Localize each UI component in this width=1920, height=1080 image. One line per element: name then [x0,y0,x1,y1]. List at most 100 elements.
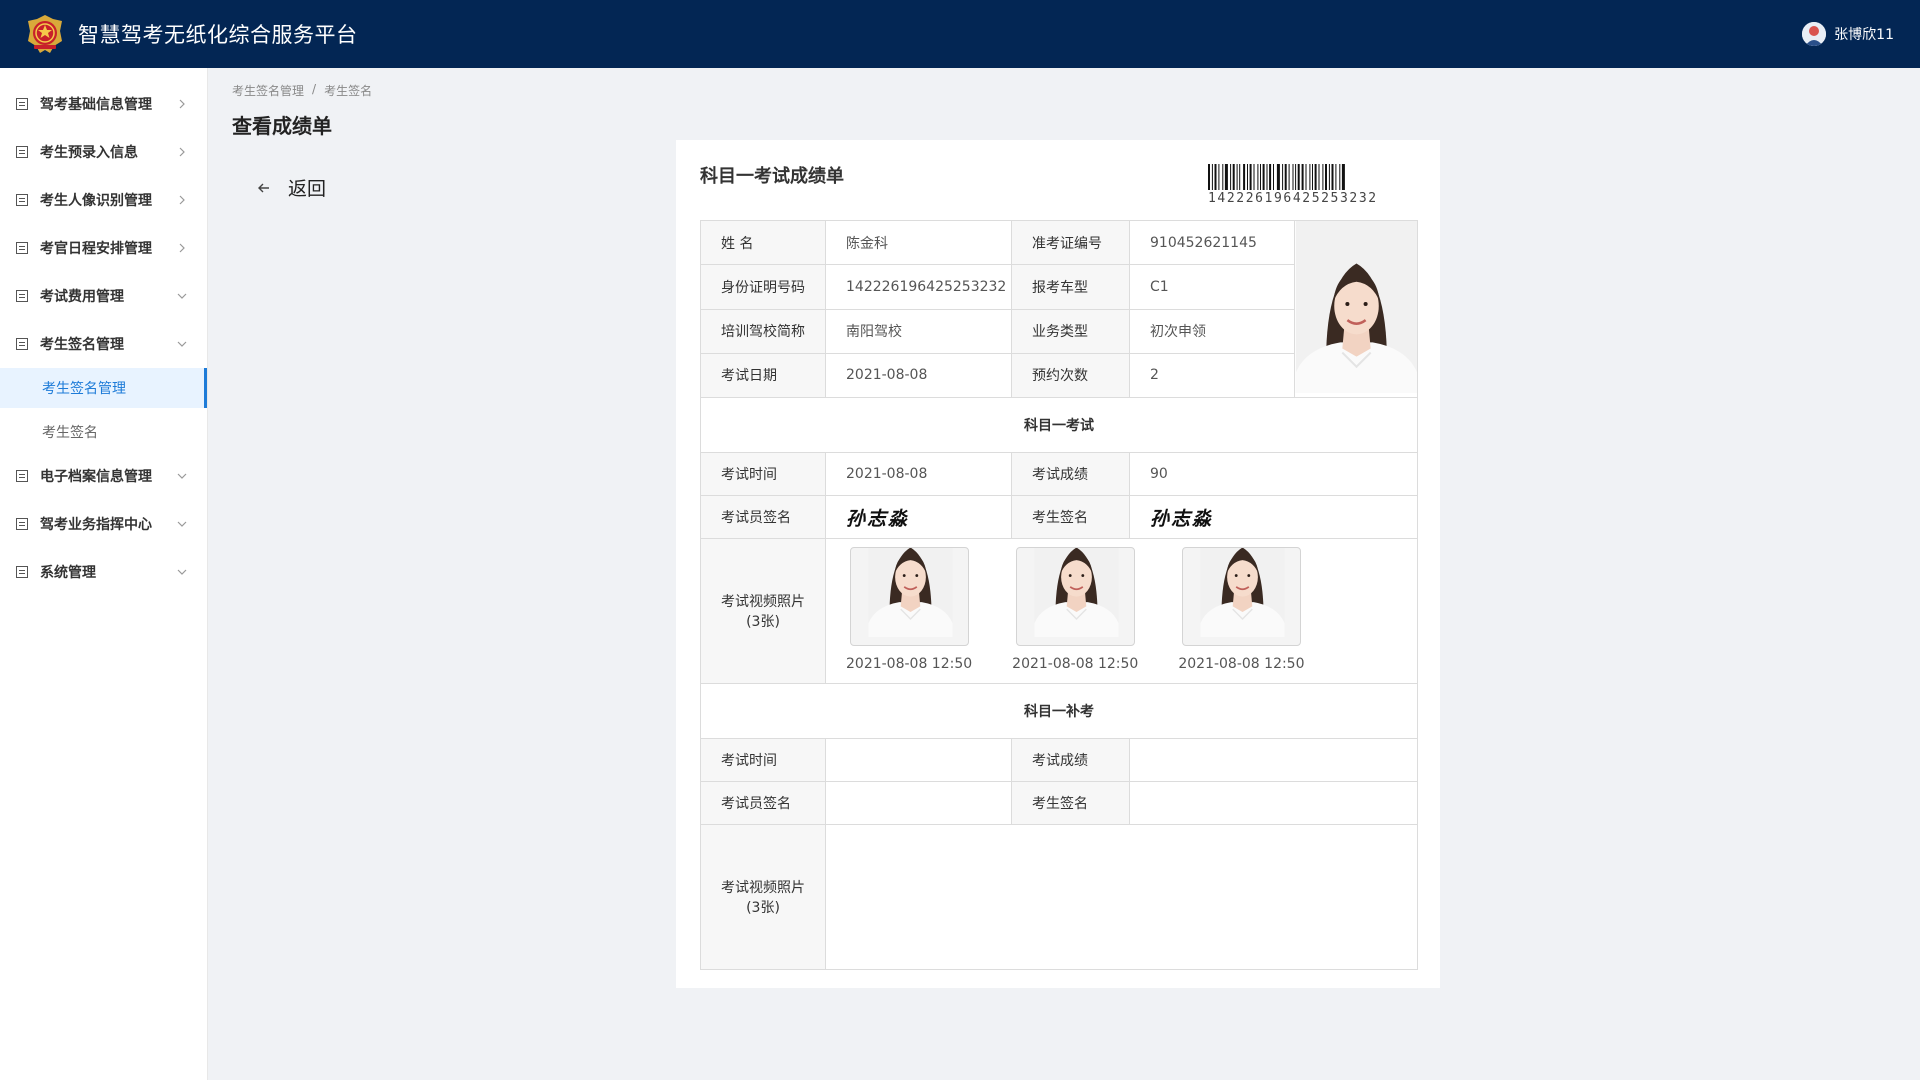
examiner-signature-label: 考试员签名 [700,781,826,825]
chevron-down-icon [177,569,187,575]
video-photos-label: 考试视频照片 (3张) [700,538,826,684]
ticket-value: 910452621145 [1129,219,1295,266]
score-report-card: 科目一考试成绩单 142226196425253232 姓 名 陈金科 准考证编… [676,140,1440,988]
section-title-exam1: 科目一考试 [700,397,1418,453]
list-icon [16,194,28,206]
video-photo-thumbnail[interactable] [1181,547,1301,646]
barcode: 142226196425253232 [1208,164,1418,206]
list-icon [16,566,28,578]
school-value: 南阳驾校 [825,308,1012,354]
sidebar-item-exam-fees[interactable]: 考试费用管理 [0,272,207,320]
chevron-down-icon [177,293,187,299]
top-header: 智慧驾考无纸化综合服务平台 张博欣11 [0,0,1920,68]
barcode-bar [1266,164,1268,190]
sidebar-item-examiner-schedule[interactable]: 考官日程安排管理 [0,224,207,272]
barcode-bar [1309,164,1311,190]
exam-score-label: 考试成绩 [1011,452,1130,496]
id-photo [1294,220,1418,398]
id-number-label: 身份证明号码 [700,264,826,310]
student-signature [1129,781,1418,825]
barcode-bar [1331,164,1334,190]
sidebar-item-label: 考试费用管理 [40,289,124,305]
business-label: 业务类型 [1011,308,1130,354]
chevron-down-icon [177,341,187,347]
examiner-signature [825,781,1012,825]
breadcrumb-item[interactable]: 考生签名管理 [232,82,304,99]
arrow-left-icon [258,183,269,192]
list-icon [16,470,28,482]
barcode-bar [1239,164,1241,190]
barcode-bar [1218,164,1220,190]
barcode-bar [1341,164,1345,190]
user-menu[interactable]: 张博欣11 [1802,0,1894,68]
name-label: 姓 名 [700,219,826,266]
sidebar-item-label: 驾考基础信息管理 [40,97,152,113]
sidebar-item-driving-basic-info[interactable]: 驾考基础信息管理 [0,80,207,128]
barcode-bar [1325,164,1327,190]
page-title: 查看成绩单 [232,114,332,138]
barcode-bar [1297,164,1300,190]
sidebar-item-label: 系统管理 [40,565,96,581]
appointments-label: 预约次数 [1011,352,1130,399]
name-value: 陈金科 [825,219,1012,266]
list-icon [16,146,28,158]
business-value: 初次申领 [1129,308,1295,354]
barcode-bar [1253,164,1255,190]
barcode-bar [1257,164,1259,190]
barcode-bar [1222,164,1224,190]
barcode-bar [1243,164,1246,190]
video-photos-label-text: 考试视频照片 [721,594,805,610]
sidebar-subitem-signature-management[interactable]: 考生签名管理 [0,368,207,408]
breadcrumb: 考生签名管理 / 考生签名 [232,82,372,99]
barcode-bar [1318,164,1320,190]
video-photo: 2021-08-08 12:50 [1178,547,1305,672]
chevron-right-icon [179,147,185,157]
video-photos [825,824,1418,970]
barcode-bar [1262,164,1265,190]
video-photo-thumbnail[interactable] [849,547,969,646]
barcode-bar [1314,164,1317,190]
barcode-bar [1322,164,1324,190]
sidebar-item-signature-management[interactable]: 考生签名管理 [0,320,207,368]
exam-time-label: 考试时间 [700,452,826,496]
exam-time-label: 考试时间 [700,738,826,782]
video-photo-thumbnail[interactable] [1015,547,1135,646]
video-photos-count: (3张) [746,614,780,630]
sidebar-nav: 驾考基础信息管理 考生预录入信息 考生人像识别管理 考官日程安排管理 考试费用管… [0,68,208,1080]
chevron-right-icon [179,243,185,253]
barcode-bar [1208,164,1210,190]
sidebar-item-system-management[interactable]: 系统管理 [0,548,207,596]
sidebar-item-command-center[interactable]: 驾考业务指挥中心 [0,500,207,548]
exam-date-value: 2021-08-08 [825,352,1012,399]
video-photos: 2021-08-08 12:50 2021-08-08 12:50 2021-0… [825,538,1418,684]
chevron-down-icon [177,473,187,479]
video-photo-time: 2021-08-08 12:50 [1178,656,1305,672]
sidebar-item-face-recognition[interactable]: 考生人像识别管理 [0,176,207,224]
barcode-bar [1288,164,1290,190]
video-photos-label-text: 考试视频照片 [721,880,805,896]
barcode-number: 142226196425253232 [1208,191,1378,206]
back-button[interactable]: 返回 [254,174,326,201]
barcode-bar [1211,164,1213,190]
sidebar-item-electronic-archives[interactable]: 电子档案信息管理 [0,452,207,500]
vehicle-value: C1 [1129,264,1295,310]
sidebar-subitem-student-signature[interactable]: 考生签名 [0,412,207,452]
video-photos-count: (3张) [746,900,780,916]
id-number-value: 142226196425253232 [825,264,1012,310]
sidebar-item-label: 考官日程安排管理 [40,241,152,257]
barcode-bar [1260,164,1261,190]
barcode-bar [1328,164,1330,190]
examiner-signature-label: 考试员签名 [700,495,826,539]
barcode-bars [1208,164,1345,190]
portrait-photo [1017,548,1135,646]
barcode-bar [1230,164,1232,190]
breadcrumb-item: 考生签名 [324,84,373,98]
barcode-bar [1312,164,1313,190]
barcode-bar [1284,164,1287,190]
barcode-bar [1247,164,1248,190]
video-photo-time: 2021-08-08 12:50 [846,656,973,672]
list-icon [16,338,28,350]
sidebar-item-pre-registration[interactable]: 考生预录入信息 [0,128,207,176]
ticket-label: 准考证编号 [1011,219,1130,266]
sidebar-item-label: 驾考业务指挥中心 [40,517,152,533]
